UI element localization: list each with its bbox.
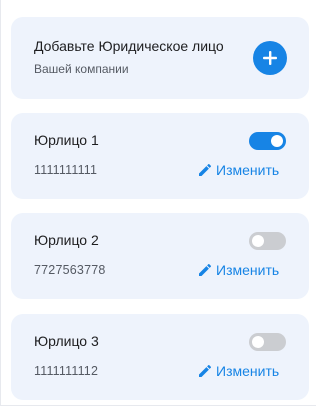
edit-label: Изменить — [216, 363, 280, 379]
entity-name: Юрлицо 2 — [34, 232, 99, 248]
entity-number: 1111111111 — [34, 163, 98, 177]
edit-entity-button[interactable]: Изменить — [199, 361, 279, 381]
entity-active-toggle[interactable] — [249, 232, 286, 250]
pencil-icon — [199, 264, 211, 276]
pencil-icon — [199, 365, 211, 377]
add-legal-entity-card: Добавьте Юридическое лицо Вашей компании — [11, 17, 309, 99]
toggle-knob — [252, 235, 264, 247]
plus-icon — [263, 51, 277, 65]
entity-number: 7727563778 — [34, 263, 106, 277]
entity-name: Юрлицо 3 — [34, 333, 99, 349]
entity-number: 1111111112 — [34, 364, 99, 378]
edit-label: Изменить — [216, 162, 280, 178]
add-legal-entity-button[interactable] — [253, 41, 287, 75]
legal-entities-panel: Добавьте Юридическое лицо Вашей компании… — [0, 0, 316, 406]
legal-entity-card: Юрлицо 1 1111111111 Изменить — [11, 113, 309, 199]
edit-entity-button[interactable]: Изменить — [199, 260, 279, 280]
pencil-icon — [199, 164, 211, 176]
add-card-subtitle: Вашей компании — [34, 62, 129, 76]
entity-name: Юрлицо 1 — [34, 132, 99, 148]
entity-active-toggle[interactable] — [249, 333, 286, 351]
edit-label: Изменить — [216, 262, 280, 278]
toggle-knob — [271, 135, 283, 147]
legal-entity-card: Юрлицо 2 7727563778 Изменить — [11, 213, 309, 299]
edit-entity-button[interactable]: Изменить — [199, 160, 279, 180]
toggle-knob — [252, 336, 264, 348]
legal-entity-card: Юрлицо 3 1111111112 Изменить — [11, 314, 309, 400]
add-card-title: Добавьте Юридическое лицо — [34, 38, 224, 54]
entity-active-toggle[interactable] — [249, 132, 286, 150]
